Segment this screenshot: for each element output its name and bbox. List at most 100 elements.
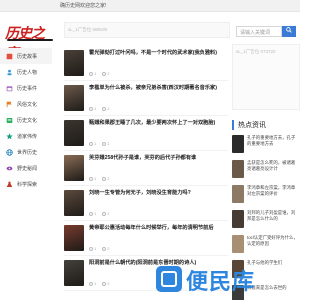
eye-icon (6, 165, 13, 172)
article-thumbnail[interactable] (64, 120, 84, 146)
eye-icon (102, 106, 107, 111)
sidebar-item-7[interactable]: 世界历史 (0, 144, 52, 160)
sidebar-item-6[interactable]: 道家伟传 (0, 128, 52, 144)
clock-icon (89, 176, 93, 181)
sidebar-item-label: 历史人物 (17, 69, 38, 76)
article-title[interactable]: 甄嬛和果郡王睡了几次，最少要两次怀上了一对双胞胎) (89, 120, 227, 127)
clock-icon (89, 281, 93, 286)
article-item[interactable]: 霍光弹劾打过叶问吗，不是一个时代的武术家(我负雅料) 1 2 (64, 46, 228, 81)
article-title[interactable]: 黄帝耶公惠活动每年什么时候举行，每年的清明节前后 (89, 225, 227, 232)
article-item[interactable]: 芙芬嬛258代孙子是谁，芙芬的后代子孙都有谁 1 2 (64, 151, 228, 186)
ad-banner-side[interactable]: xL_1广告位 073720 (232, 44, 300, 110)
article-thumbnail[interactable] (64, 260, 84, 286)
category-sidebar: 历史故事历史人物历史事件风俗文化历史文化道家伟传世界历史 野史秘闻 科学探索 (0, 48, 52, 192)
sidebar-item-5[interactable]: 历史文化 (0, 112, 52, 128)
hot-news-item[interactable]: 孔子的重要地方去，孔子的重要地方去 (232, 133, 300, 158)
article-title[interactable]: 芙芬嬛258代孙子是谁，芙芬的后代子孙都有谁 (89, 155, 227, 162)
sidebar-item-3[interactable]: 历史事件 (0, 80, 52, 96)
sidebar-item-8[interactable]: 野史秘闻 (0, 160, 52, 176)
views-meta: 2 (102, 176, 109, 181)
scroll-icon (6, 117, 13, 124)
search-icon (286, 27, 292, 34)
article-meta: 12 (89, 141, 109, 146)
views-meta: 2 (102, 246, 109, 251)
hot-news-thumbnail[interactable] (232, 210, 244, 228)
clock-meta: 1 (89, 106, 96, 111)
article-meta: 12 (89, 71, 109, 76)
hot-news-text[interactable]: 孟获是怎么死的，被诸葛亮诸葛亮设计计 (247, 160, 299, 172)
article-item[interactable]: 李槛单为什么被杀，被亲兄弟杀害(西汉时期著名音乐家) 1 2 (64, 81, 228, 116)
hot-news-text[interactable]: 李鸿章和左宗棠，李鸿章对左宗棠的评价 (247, 185, 299, 197)
logo-underline (7, 39, 53, 41)
flag-icon (6, 101, 13, 108)
article-title[interactable]: 刘晓一生专管为何无子，刘晓没生育能力吗? (89, 190, 227, 197)
hot-news-text[interactable]: 孔子的重要地方去，孔子的重要地方去 (247, 135, 299, 147)
sidebar-item-label: 历史事件 (17, 85, 38, 92)
book-icon (6, 53, 13, 60)
ad-banner-label: xL_1广告位 689x90 (68, 27, 108, 32)
article-thumbnail[interactable] (64, 50, 84, 76)
article-item[interactable]: 刘晓一生专管为何无子，刘晓没生育能力吗? 1 2 (64, 186, 228, 221)
eye-icon (102, 211, 107, 216)
article-item[interactable]: 黄帝耶公惠活动每年什么时候举行，每年的清明节前后 1 2 (64, 221, 228, 256)
sidebar-item-2[interactable]: 历史人物 (0, 64, 52, 80)
hot-news-text[interactable]: tocl认定广受好评为什么，认定的原因 (247, 235, 299, 247)
hot-news-thumbnail[interactable] (232, 135, 244, 153)
article-thumbnail[interactable] (64, 225, 84, 251)
article-time: 1 (94, 106, 97, 111)
article-views: 2 (107, 176, 110, 181)
clock-meta: 1 (89, 246, 96, 251)
article-time: 1 (94, 141, 97, 146)
search-input[interactable]: 请输入关键词 (236, 26, 282, 37)
article-views: 2 (107, 281, 110, 286)
sidebar-item-label: 道家伟传 (17, 133, 38, 140)
views-meta: 2 (102, 71, 109, 76)
article-item[interactable]: 甄嬛和果郡王睡了几次，最少要两次怀上了一对双胞胎) 1 2 (64, 116, 228, 151)
hot-news-thumbnail[interactable] (232, 235, 244, 253)
watermark-logo: 便民库 (156, 264, 266, 296)
clock-meta: 1 (89, 211, 96, 216)
article-title[interactable]: 李槛单为什么被杀，被亲兄弟杀害(西汉时期著名音乐家) (89, 85, 227, 92)
clock-icon (89, 141, 93, 146)
top-bar: 确历史网欢迎您之家! (0, 0, 300, 12)
eye-icon (102, 281, 107, 286)
article-thumbnail[interactable] (64, 85, 84, 111)
article-title[interactable]: 霍光弹劾打过叶问吗，不是一个时代的武术家(我负雅料) (89, 50, 227, 57)
search-button[interactable] (282, 26, 296, 37)
globe-icon (6, 148, 13, 156)
article-views: 2 (107, 71, 110, 76)
article-time: 1 (94, 281, 97, 286)
article-thumbnail[interactable] (64, 155, 84, 181)
hot-news-item[interactable]: 刘邦的儿子刘盈是谁，刘邦是怎么什么的 (232, 208, 300, 233)
hot-news-text[interactable]: 刘邦的儿子刘盈是谁，刘邦是怎么什么的 (247, 210, 299, 222)
article-thumbnail[interactable] (64, 190, 84, 216)
article-views: 2 (107, 246, 110, 251)
clock-icon (89, 246, 93, 251)
article-meta: 12 (89, 246, 109, 251)
flask-icon (6, 181, 13, 188)
hot-news-item[interactable]: 孟获是怎么死的，被诸葛亮诸葛亮设计计 (232, 158, 300, 183)
watermark-icon (156, 266, 182, 292)
clock-icon (89, 211, 93, 216)
hot-news-item[interactable]: 李鸿章和左宗棠，李鸿章对左宗棠的评价 (232, 183, 300, 208)
hot-news-thumbnail[interactable] (232, 185, 244, 203)
hot-news-title: 热点资讯 (232, 120, 300, 130)
article-time: 1 (94, 246, 97, 251)
eye-icon (102, 176, 107, 181)
clock-meta: 1 (89, 141, 96, 146)
hot-news-thumbnail[interactable] (232, 160, 244, 178)
eye-icon (102, 246, 107, 251)
ad-side-label: xL_1广告位 073720 (236, 49, 276, 54)
hot-news-item[interactable]: tocl认定广受好评为什么，认定的原因 (232, 233, 300, 258)
site-logo[interactable]: 历史之家 (4, 22, 56, 62)
ad-banner-top[interactable]: xL_1广告位 689x90 (64, 22, 230, 38)
clock-meta: 1 (89, 176, 96, 181)
sidebar-item-4[interactable]: 风俗文化 (0, 96, 52, 112)
sidebar-item-label: 风俗文化 (17, 101, 38, 108)
sidebar-item-label: 历史故事 (17, 53, 38, 60)
eye-icon (102, 141, 107, 146)
article-meta: 12 (89, 281, 109, 286)
clock-icon (89, 106, 93, 111)
sidebar-item-1[interactable]: 历史故事 (0, 48, 52, 64)
sidebar-item-9[interactable]: 科学探索 (0, 176, 52, 192)
